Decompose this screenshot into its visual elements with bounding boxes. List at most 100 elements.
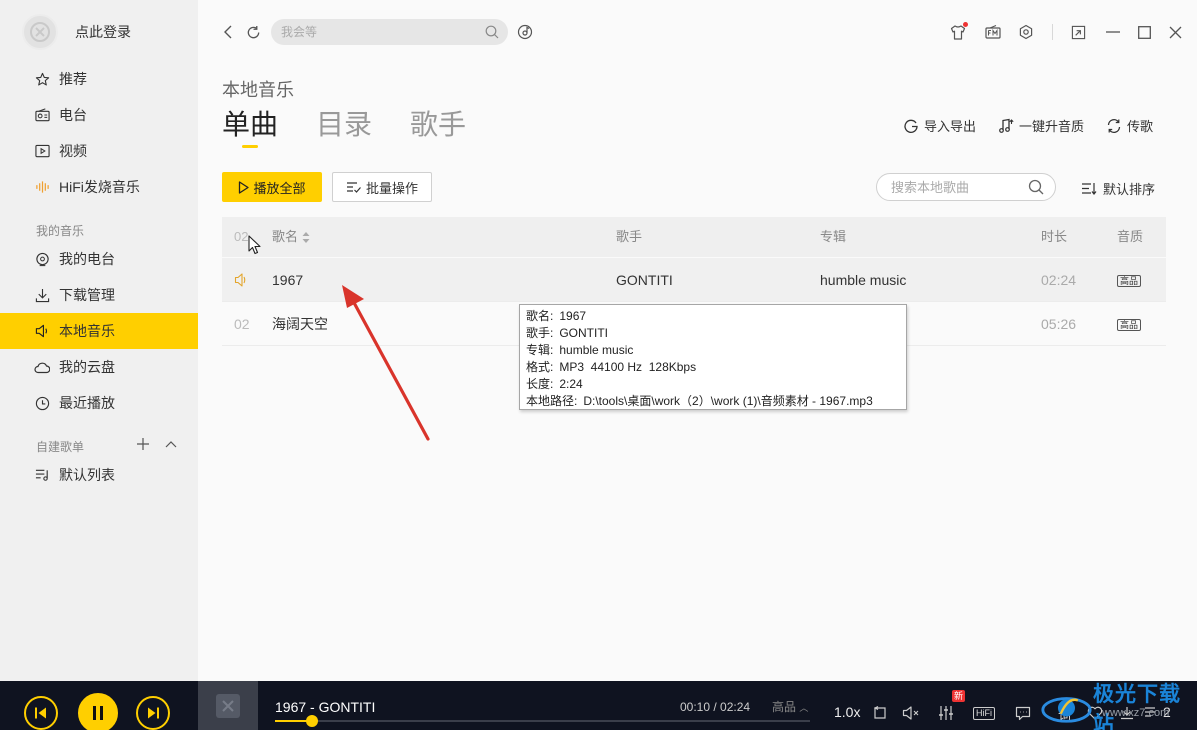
- playing-speaker-icon: [234, 258, 249, 302]
- tooltip-line: 长度: 2:24: [526, 376, 900, 393]
- notification-dot: [963, 22, 968, 27]
- tooltip-key: 歌名:: [526, 309, 554, 323]
- header-song-name[interactable]: 歌名: [272, 217, 310, 257]
- playlist-section-title: 自建歌单: [36, 440, 85, 454]
- speaker-icon: [34, 323, 50, 339]
- voice-search-icon[interactable]: [517, 24, 533, 40]
- sidebar-item-local-music[interactable]: 本地音乐: [0, 313, 198, 349]
- header-quality[interactable]: 音质: [1117, 217, 1143, 257]
- transfer-songs-button[interactable]: 传歌: [1106, 116, 1153, 135]
- maximize-icon[interactable]: [1136, 24, 1152, 40]
- sidebar-item-label: 我的云盘: [59, 359, 115, 375]
- sort-label: 默认排序: [1103, 182, 1156, 197]
- sidebar-item-default-list[interactable]: 默认列表: [0, 457, 198, 493]
- refresh-icon[interactable]: [245, 24, 261, 40]
- song-album[interactable]: humble music: [820, 258, 906, 302]
- volume-mute-icon[interactable]: [902, 705, 920, 721]
- import-export-label: 导入导出: [923, 119, 976, 134]
- header-album[interactable]: 专辑: [820, 217, 846, 257]
- login-area[interactable]: 点此登录: [22, 14, 131, 50]
- mini-mode-icon[interactable]: [1070, 24, 1086, 40]
- sidebar-item-recommend[interactable]: 推荐: [0, 61, 198, 97]
- hifi-label: HiFi: [973, 706, 995, 720]
- tooltip-key: 长度:: [526, 377, 554, 391]
- tooltip-value: D:\tools\桌面\work（2）\work (1)\音频素材 - 1967…: [583, 394, 873, 408]
- sidebar-item-video[interactable]: 视频: [0, 133, 198, 169]
- tab-folders[interactable]: 目录: [316, 106, 372, 144]
- search-icon[interactable]: [1028, 179, 1044, 195]
- search-input[interactable]: [281, 25, 471, 39]
- tab-artists[interactable]: 歌手: [410, 106, 466, 144]
- equalizer-icon[interactable]: [937, 705, 955, 721]
- new-badge: 新: [952, 690, 966, 702]
- hifi-button[interactable]: HiFi: [971, 705, 997, 721]
- album-cover[interactable]: [198, 681, 258, 730]
- default-sort-button[interactable]: 默认排序: [1081, 179, 1155, 198]
- local-search-box[interactable]: [876, 173, 1056, 201]
- clock-icon: [34, 395, 50, 411]
- add-icon[interactable]: [136, 437, 150, 451]
- sidebar-item-recent[interactable]: 最近播放: [0, 385, 198, 421]
- sidebar-item-label: 电台: [59, 107, 87, 123]
- sidebar-item-downloads[interactable]: 下载管理: [0, 277, 198, 313]
- top-bar: [198, 0, 1197, 64]
- next-button[interactable]: [136, 696, 170, 730]
- tools-bar: 导入导出 一键升音质 传歌: [903, 116, 1153, 135]
- settings-icon[interactable]: [1018, 24, 1034, 40]
- header-duration[interactable]: 时长: [1041, 217, 1067, 257]
- song-index: 02: [234, 316, 250, 332]
- tooltip-line: 歌名: 1967: [526, 308, 900, 325]
- back-icon[interactable]: [220, 24, 236, 40]
- sidebar-item-label: 默认列表: [59, 467, 115, 483]
- header-index: 02: [234, 229, 249, 244]
- header-artist[interactable]: 歌手: [616, 217, 642, 257]
- pause-icon: [93, 706, 103, 720]
- previous-button[interactable]: [24, 696, 58, 730]
- sidebar-item-cloud[interactable]: 我的云盘: [0, 349, 198, 385]
- sort-arrows-icon[interactable]: [302, 232, 310, 244]
- playlist-icon: [34, 467, 50, 483]
- quality-selector[interactable]: 高品 ︿: [772, 698, 808, 715]
- tooltip-key: 歌手:: [526, 326, 554, 340]
- minimize-icon[interactable]: [1105, 24, 1121, 40]
- batch-operation-button[interactable]: 批量操作: [332, 172, 432, 202]
- speed-button[interactable]: 1.0x: [834, 704, 860, 720]
- avatar[interactable]: [22, 14, 58, 50]
- tab-bar: 单曲 目录 歌手: [222, 106, 466, 148]
- fm-icon[interactable]: [985, 24, 1001, 40]
- song-artist[interactable]: GONTITI: [616, 258, 673, 302]
- local-search-input[interactable]: [891, 179, 1021, 195]
- toolbar-divider: [1052, 24, 1053, 40]
- download-icon: [34, 287, 50, 303]
- search-box[interactable]: [271, 19, 508, 45]
- loop-icon[interactable]: [871, 705, 889, 721]
- progress-bar[interactable]: [275, 715, 810, 727]
- progress-knob[interactable]: [306, 715, 319, 727]
- tooltip-value: humble music: [559, 343, 634, 357]
- now-playing-title[interactable]: 1967 - GONTITI: [275, 699, 375, 715]
- transfer-songs-label: 传歌: [1126, 119, 1153, 134]
- quality-badge: 高品: [1117, 302, 1142, 346]
- quality-label: 高品: [772, 700, 797, 714]
- header-song-name-label: 歌名: [272, 229, 299, 244]
- sidebar-item-label: HiFi发烧音乐: [59, 179, 140, 195]
- search-icon[interactable]: [485, 25, 499, 39]
- sidebar-item-radio[interactable]: 电台: [0, 97, 198, 133]
- sidebar-item-my-radio[interactable]: 我的电台: [0, 241, 198, 277]
- quality-badge: 高品: [1117, 258, 1142, 302]
- login-text[interactable]: 点此登录: [75, 22, 131, 42]
- play-all-button[interactable]: 播放全部: [222, 172, 322, 202]
- pause-button[interactable]: [78, 693, 118, 730]
- chevron-up-icon[interactable]: [164, 437, 178, 451]
- import-export-icon: [903, 118, 919, 134]
- import-export-button[interactable]: 导入导出: [903, 116, 976, 135]
- site-watermark: 极光下载站 www.xz7.com: [1040, 678, 1197, 730]
- tab-singles[interactable]: 单曲: [222, 106, 278, 148]
- watermark-url: www.xz7.com: [1102, 707, 1170, 719]
- upgrade-quality-button[interactable]: 一键升音质: [998, 116, 1084, 135]
- skin-icon[interactable]: [950, 22, 968, 40]
- comment-icon[interactable]: [1014, 705, 1032, 721]
- sidebar-item-hifi[interactable]: HiFi发烧音乐: [0, 169, 198, 205]
- play-icon: [238, 180, 250, 194]
- close-icon[interactable]: [1167, 24, 1183, 40]
